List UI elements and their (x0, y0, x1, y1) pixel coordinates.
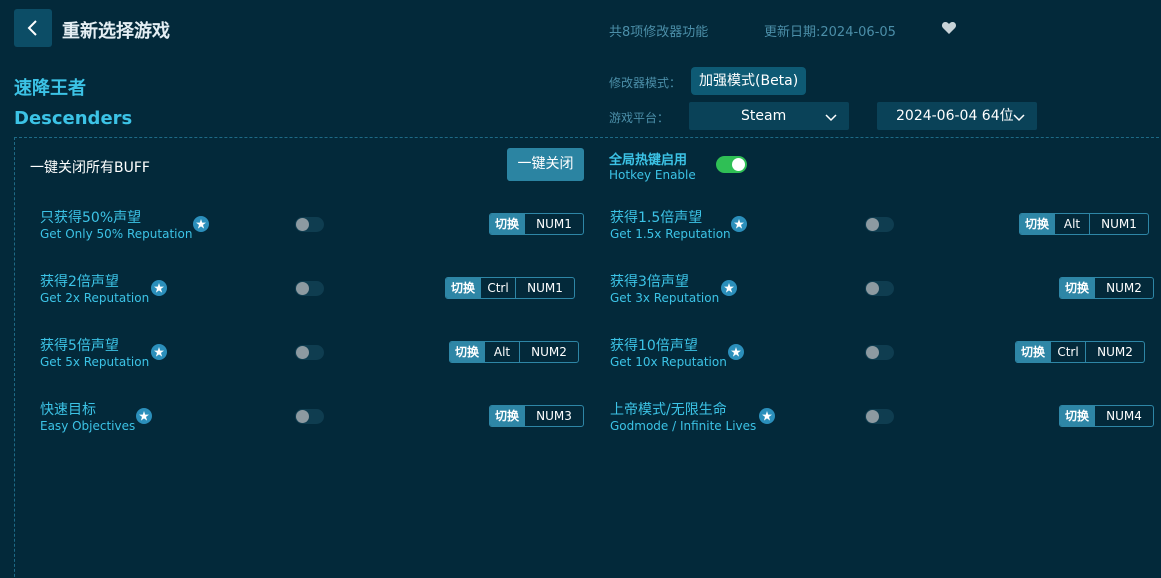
back-button[interactable] (14, 9, 52, 47)
toggle-knob (866, 346, 879, 359)
toggle-knob (866, 282, 879, 295)
star-icon (151, 280, 167, 296)
feature-name-en: Godmode / Infinite Lives (610, 419, 757, 433)
hotkey-modifier: Ctrl (1050, 342, 1085, 362)
hotkey-key: NUM4 (1094, 406, 1153, 426)
version-value: 2024-06-04 64位 (896, 108, 1014, 124)
feature-name-cn: 获得1.5倍声望 (610, 210, 703, 226)
features-panel (14, 137, 1161, 578)
star-icon (731, 216, 747, 232)
chevron-left-icon (27, 20, 37, 36)
star-icon (193, 216, 209, 232)
hotkey-switch-label: 切换 (1020, 214, 1055, 234)
star-icon (721, 280, 737, 296)
feature-name-cn: 快速目标 (40, 402, 96, 418)
feature-name-en: Get 1.5x Reputation (610, 227, 731, 241)
hotkey-modifier: Alt (1054, 214, 1089, 234)
feature-name-cn: 获得2倍声望 (40, 274, 119, 290)
hotkey-combo[interactable]: 切换 NUM4 (1059, 405, 1155, 427)
hotkey-combo[interactable]: 切换 Alt NUM1 (1019, 213, 1150, 235)
version-select[interactable]: 2024-06-04 64位 (877, 102, 1037, 130)
star-icon (151, 344, 167, 360)
feature-toggle[interactable] (295, 281, 324, 296)
hotkey-key: NUM2 (519, 342, 578, 362)
feature-name-en: Get Only 50% Reputation (40, 227, 193, 241)
feature-name-cn: 获得3倍声望 (610, 274, 689, 290)
hotkey-enable-toggle[interactable] (716, 156, 747, 173)
hotkey-key: NUM2 (1085, 342, 1144, 362)
mode-badge[interactable]: 加强模式(Beta) (691, 67, 807, 95)
hotkey-switch-label: 切换 (446, 278, 481, 298)
hotkey-combo[interactable]: 切换 NUM3 (489, 405, 585, 427)
all-off-button[interactable]: 一键关闭 (507, 148, 584, 181)
hotkey-modifier: Ctrl (480, 278, 515, 298)
hotkey-switch-label: 切换 (490, 406, 525, 426)
feature-name-cn: 获得5倍声望 (40, 338, 119, 354)
game-title-cn: 速降王者 (14, 78, 86, 99)
hotkey-combo[interactable]: 切换 Alt NUM2 (449, 341, 580, 363)
hotkey-key: NUM2 (1094, 278, 1153, 298)
feature-name-en: Get 5x Reputation (40, 355, 150, 369)
game-title-en: Descenders (14, 108, 133, 129)
feature-name-en: Get 3x Reputation (610, 291, 720, 305)
heart-icon[interactable] (941, 20, 957, 36)
hotkey-key: NUM3 (524, 406, 583, 426)
chevron-down-icon (1013, 114, 1025, 122)
all-off-label: 一键关闭所有BUFF (30, 160, 150, 176)
hotkey-switch-label: 切换 (490, 214, 525, 234)
mode-label: 修改器模式： (609, 76, 682, 90)
toggle-knob (296, 218, 309, 231)
feature-name-cn: 获得10倍声望 (610, 338, 698, 354)
hotkey-enable-label-cn: 全局热键启用 (609, 153, 688, 168)
hotkey-combo[interactable]: 切换 Ctrl NUM2 (1015, 341, 1146, 363)
toggle-knob (866, 410, 879, 423)
feature-toggle[interactable] (295, 217, 324, 232)
platform-label: 游戏平台： (609, 111, 670, 125)
chevron-down-icon (825, 114, 837, 122)
star-icon (759, 408, 775, 424)
hotkey-switch-label: 切换 (1060, 406, 1095, 426)
toggle-knob (296, 346, 309, 359)
feature-toggle[interactable] (865, 409, 894, 424)
star-icon (728, 344, 744, 360)
reselect-game-title[interactable]: 重新选择游戏 (62, 17, 170, 43)
toggle-knob (732, 158, 745, 171)
feature-toggle[interactable] (865, 345, 894, 360)
hotkey-combo[interactable]: 切换 NUM1 (489, 213, 585, 235)
hotkey-combo[interactable]: 切换 Ctrl NUM1 (445, 277, 576, 299)
hotkey-switch-label: 切换 (1060, 278, 1095, 298)
hotkey-switch-label: 切换 (1016, 342, 1051, 362)
hotkey-combo[interactable]: 切换 NUM2 (1059, 277, 1155, 299)
feature-name-cn: 上帝模式/无限生命 (610, 402, 727, 418)
hotkey-key: NUM1 (1089, 214, 1148, 234)
update-date: 更新日期:2024-06-05 (764, 25, 896, 40)
platform-select[interactable]: Steam (689, 102, 849, 130)
hotkey-modifier: Alt (484, 342, 519, 362)
hotkey-switch-label: 切换 (450, 342, 485, 362)
feature-toggle[interactable] (865, 281, 894, 296)
hotkey-key: NUM1 (524, 214, 583, 234)
feature-name-cn: 只获得50%声望 (40, 210, 142, 226)
toggle-knob (866, 218, 879, 231)
hotkey-key: NUM1 (515, 278, 574, 298)
toggle-knob (296, 282, 309, 295)
hotkey-enable-label-en: Hotkey Enable (609, 168, 696, 182)
feature-toggle[interactable] (865, 217, 894, 232)
feature-count: 共8项修改器功能 (609, 25, 709, 40)
star-icon (136, 408, 152, 424)
feature-name-en: Easy Objectives (40, 419, 136, 433)
feature-toggle[interactable] (295, 409, 324, 424)
feature-toggle[interactable] (295, 345, 324, 360)
feature-name-en: Get 10x Reputation (610, 355, 727, 369)
platform-value: Steam (741, 108, 787, 124)
toggle-knob (296, 410, 309, 423)
feature-name-en: Get 2x Reputation (40, 291, 150, 305)
